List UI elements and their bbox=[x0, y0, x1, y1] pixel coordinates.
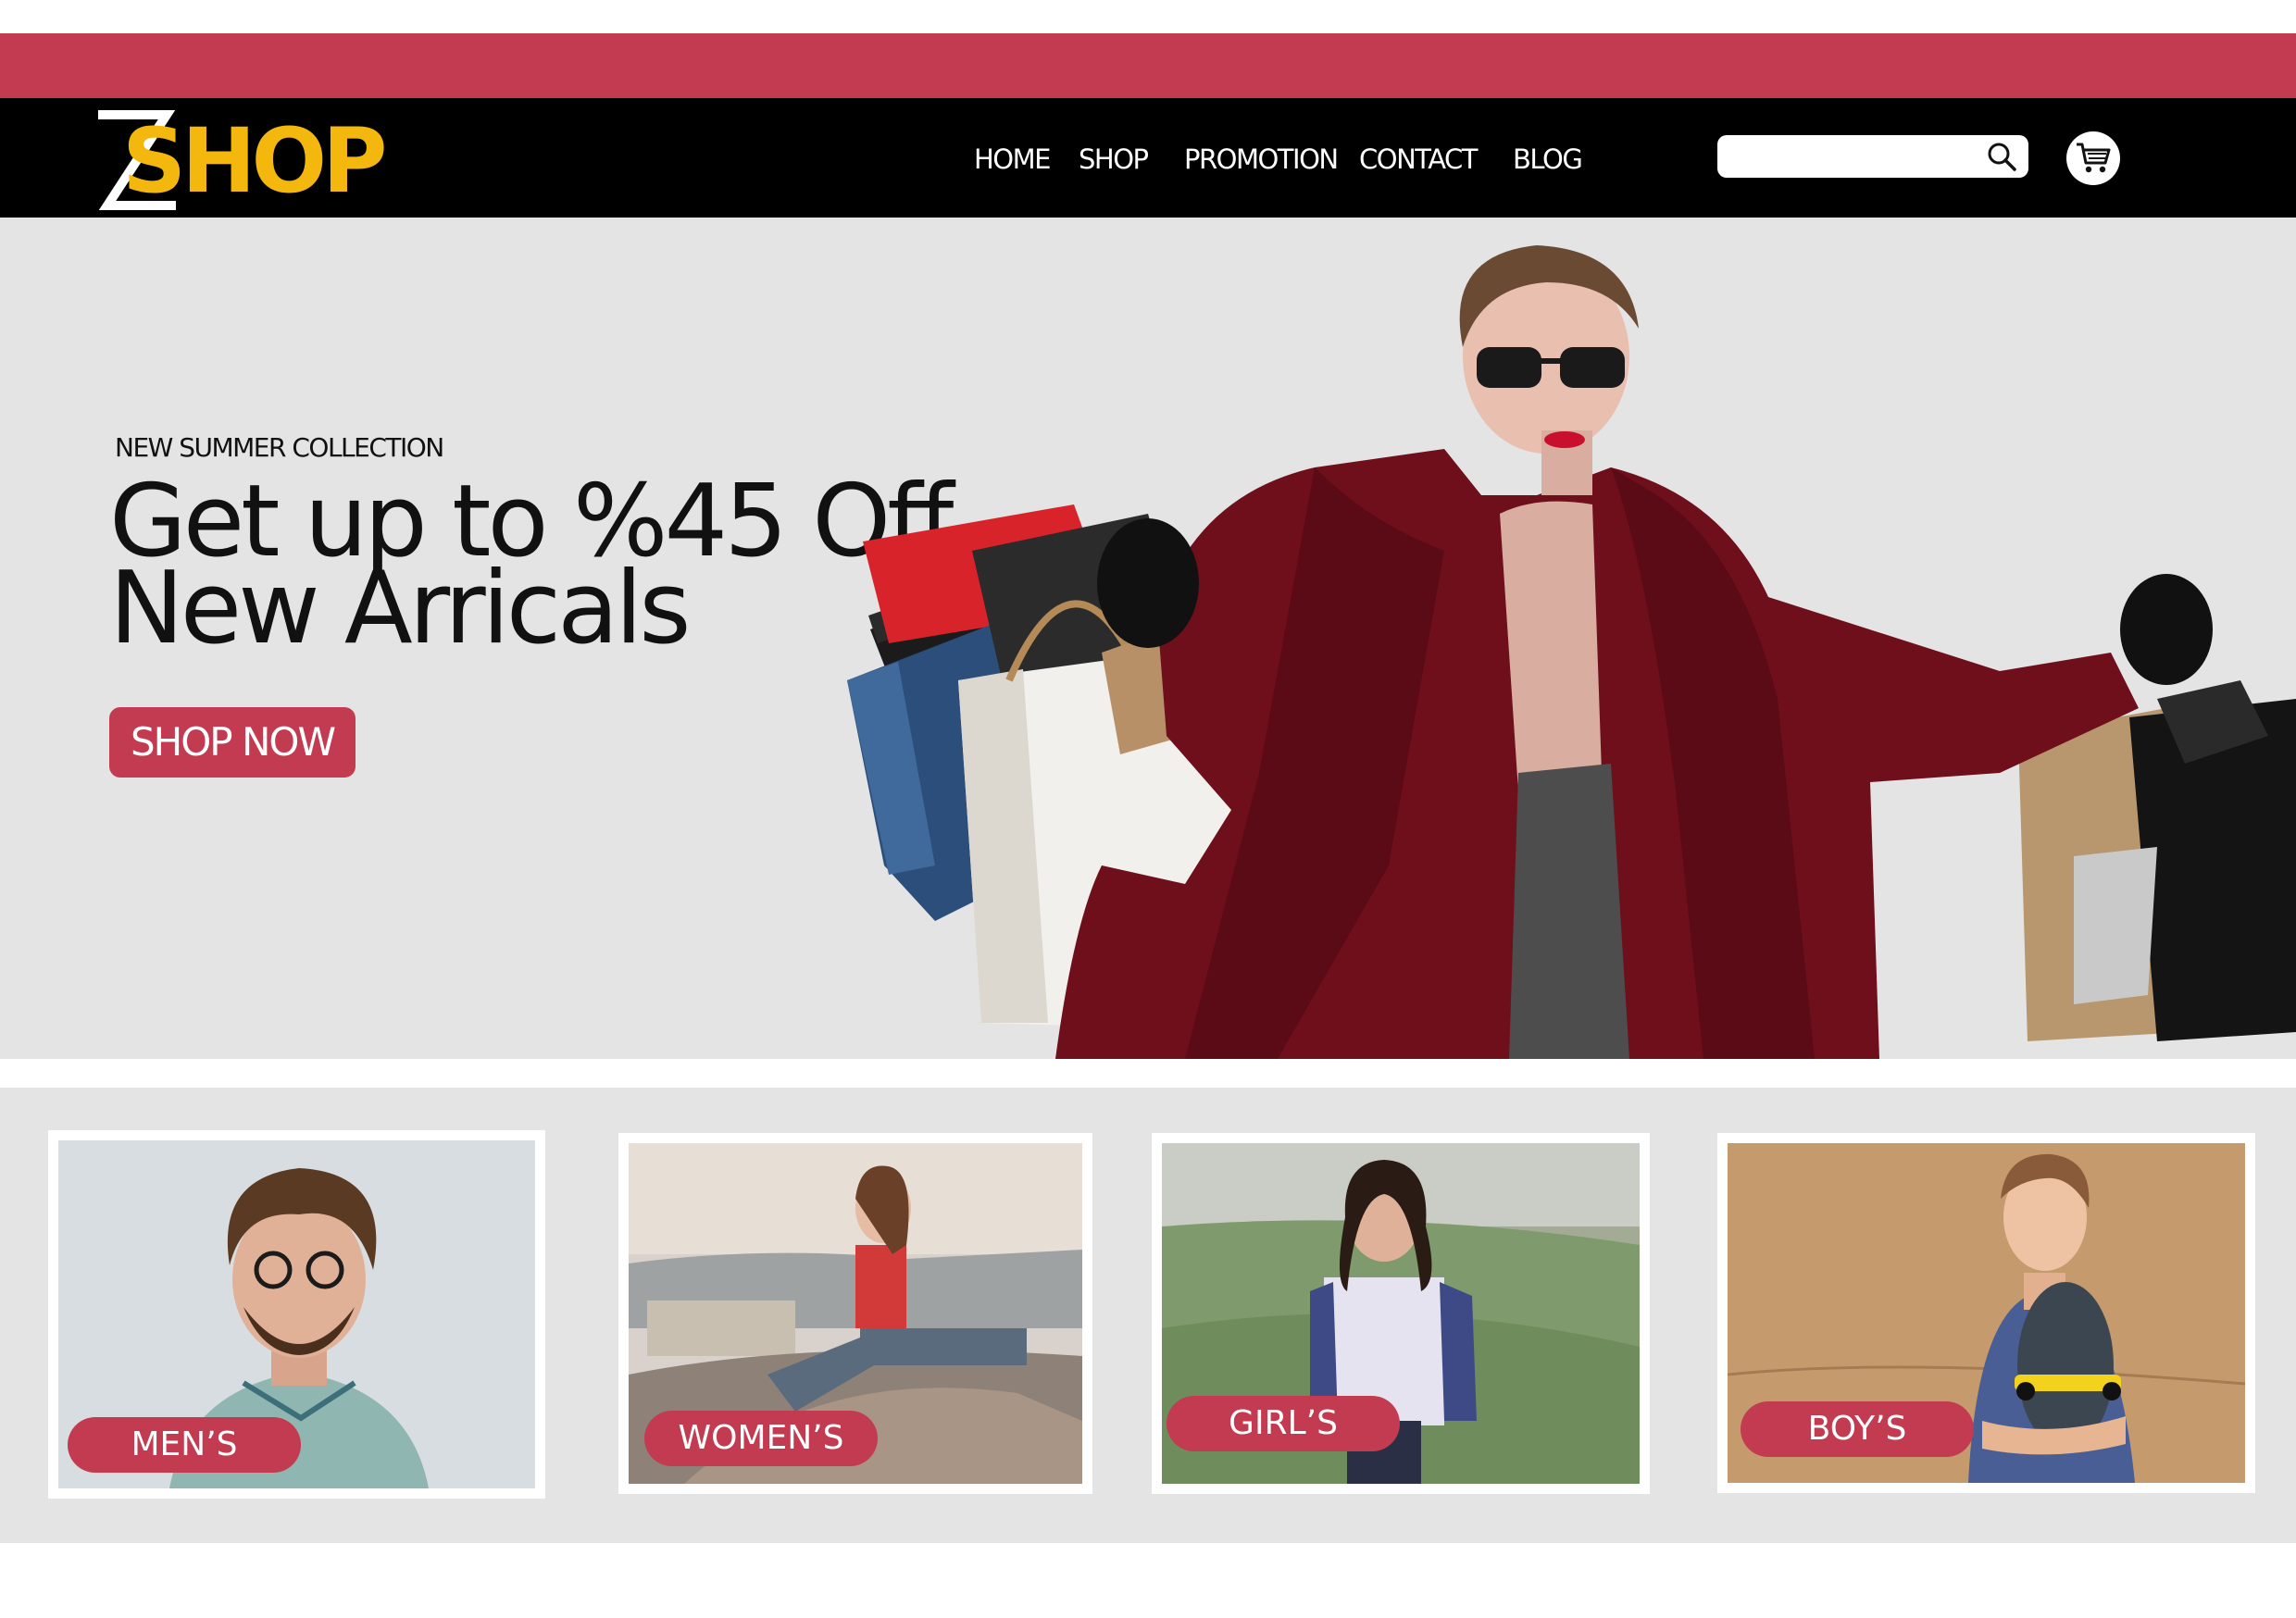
shop-now-button[interactable]: SHOP NOW bbox=[109, 707, 356, 778]
boys-label[interactable]: BOY’S bbox=[1741, 1401, 1974, 1457]
shopping-cart-icon bbox=[2077, 143, 2111, 173]
search-icon[interactable] bbox=[1986, 141, 2017, 172]
hero-banner: NEW SUMMER COLLECTION Get up to %45 Off … bbox=[0, 218, 2296, 1059]
cart-button[interactable] bbox=[2066, 131, 2120, 185]
category-card-mens[interactable]: MEN’S bbox=[48, 1130, 545, 1499]
nav-contact[interactable]: CONTACT bbox=[1359, 141, 1479, 178]
shop-logo[interactable]: SHOP bbox=[91, 109, 387, 211]
category-card-girls[interactable]: GIRL’S bbox=[1152, 1133, 1650, 1494]
nav-home[interactable]: HOME bbox=[974, 141, 1051, 178]
category-card-womens[interactable]: WOMEN’S bbox=[618, 1133, 1092, 1494]
nav-shop[interactable]: SHOP bbox=[1079, 141, 1149, 178]
hero-model-image bbox=[847, 245, 2296, 1059]
mens-label[interactable]: MEN’S bbox=[68, 1417, 301, 1473]
category-card-boys[interactable]: BOY’S bbox=[1717, 1133, 2255, 1493]
nav-promotion[interactable]: PROMOTION bbox=[1184, 141, 1339, 178]
top-accent-strip bbox=[0, 33, 2296, 98]
hero-eyebrow: NEW SUMMER COLLECTION bbox=[115, 432, 444, 463]
womens-label[interactable]: WOMEN’S bbox=[644, 1411, 878, 1466]
girls-label[interactable]: GIRL’S bbox=[1167, 1396, 1400, 1451]
nav-blog[interactable]: BLOG bbox=[1513, 141, 1583, 178]
search-input[interactable] bbox=[1730, 141, 1975, 174]
logo-wordmark: SHOP bbox=[122, 109, 387, 213]
search-bar bbox=[1717, 135, 2028, 178]
